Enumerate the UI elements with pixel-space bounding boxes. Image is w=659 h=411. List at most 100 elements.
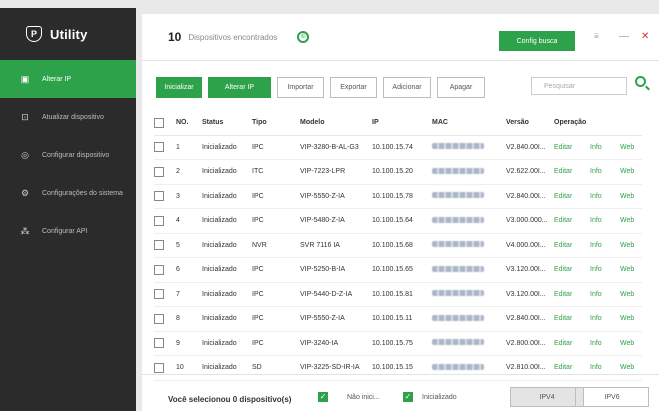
web-link[interactable]: Web (620, 282, 642, 307)
col-ip: IP (372, 111, 432, 136)
table-row[interactable]: 2 Inicializado ITC VIP-7223-LPR 10.100.1… (154, 159, 642, 185)
col-modelo: Modelo (300, 111, 372, 136)
web-link[interactable]: Web (620, 135, 642, 160)
web-link[interactable]: Web (620, 331, 642, 356)
cell-modelo: VIP-5550-Z-IA (300, 306, 372, 332)
cell-tipo: IPC (252, 282, 300, 307)
tab-ipv4[interactable]: IPV4 (510, 387, 584, 407)
table-row[interactable]: 8 Inicializado IPC VIP-5550-Z-IA 10.100.… (154, 306, 642, 332)
cell-ip: 10.100.15.64 (372, 208, 432, 234)
web-link[interactable]: Web (620, 257, 642, 283)
edit-link[interactable]: Editar (554, 233, 590, 258)
delete-button[interactable]: Apagar (437, 77, 485, 98)
edit-link[interactable]: Editar (554, 306, 590, 332)
close-icon[interactable]: ✕ (641, 31, 649, 42)
col-versao: Versão (506, 111, 554, 136)
edit-link[interactable]: Editar (554, 135, 590, 160)
select-all-cell (154, 111, 176, 136)
table-row[interactable]: 7 Inicializado IPC VIP-5440-D-Z-IA 10.10… (154, 282, 642, 307)
filter-icon[interactable]: ⩸ (594, 31, 599, 41)
add-button[interactable]: Adicionar (383, 77, 431, 98)
row-select-cell (154, 257, 176, 283)
info-link[interactable]: Info (590, 306, 620, 332)
table-row[interactable]: 4 Inicializado IPC VIP-5480-Z-IA 10.100.… (154, 208, 642, 234)
mac-redacted (432, 363, 484, 370)
tab-ipv6[interactable]: IPV6 (575, 387, 649, 407)
upload-icon: ⊡ (21, 111, 29, 122)
cell-status: Inicializado (202, 184, 252, 209)
change-ip-button[interactable]: Alterar IP (208, 77, 271, 98)
row-checkbox[interactable] (154, 264, 164, 275)
sidebar-item-configurar-dispositivo[interactable]: ◎ Configurar dispositivo (0, 136, 136, 174)
sidebar-item-label: Alterar IP (42, 75, 72, 83)
minimize-icon[interactable]: — (619, 31, 629, 42)
legend-initialized: Inicializado (422, 394, 457, 401)
row-checkbox[interactable] (154, 362, 164, 373)
info-link[interactable]: Info (590, 208, 620, 234)
sidebar-item-atualizar[interactable]: ⊡ Atualizar dispositivo (0, 98, 136, 136)
sidebar-item-label: Configurar dispositivo (42, 151, 110, 159)
legend-uninitialized: Não inici... (347, 394, 380, 401)
web-link[interactable]: Web (620, 306, 642, 332)
info-link[interactable]: Info (590, 135, 620, 160)
select-all-checkbox[interactable] (154, 117, 164, 128)
search-icon[interactable] (635, 76, 646, 87)
row-checkbox[interactable] (154, 215, 164, 226)
edit-link[interactable]: Editar (554, 331, 590, 356)
web-link[interactable]: Web (620, 159, 642, 185)
sidebar: P Utility ▣ Alterar IP ⊡ Atualizar dispo… (0, 8, 136, 411)
cell-no: 7 (176, 282, 202, 307)
col-operacao: Operação (554, 111, 590, 136)
sidebar-item-label: Atualizar dispositivo (42, 113, 104, 121)
cell-no: 5 (176, 233, 202, 258)
search-input[interactable]: Pesquisar (531, 77, 627, 95)
table-row[interactable]: 6 Inicializado IPC VIP-5250-B-IA 10.100.… (154, 257, 642, 283)
import-button[interactable]: Importar (277, 77, 324, 98)
info-link[interactable]: Info (590, 184, 620, 209)
row-checkbox[interactable] (154, 289, 164, 300)
info-link[interactable]: Info (590, 257, 620, 283)
edit-link[interactable]: Editar (554, 257, 590, 283)
table-row[interactable]: 9 Inicializado IPC VIP-3240-IA 10.100.15… (154, 331, 642, 356)
edit-link[interactable]: Editar (554, 159, 590, 185)
export-button[interactable]: Exportar (330, 77, 377, 98)
info-link[interactable]: Info (590, 282, 620, 307)
checkmark-icon: ✓ (403, 392, 413, 402)
cell-no: 9 (176, 331, 202, 356)
edit-link[interactable]: Editar (554, 282, 590, 307)
edit-link[interactable]: Editar (554, 184, 590, 209)
table-row[interactable]: 5 Inicializado NVR SVR 7116 IA 10.100.15… (154, 233, 642, 258)
info-link[interactable]: Info (590, 159, 620, 185)
table-row[interactable]: 1 Inicializado IPC VIP-3280-B-AL-G3 10.1… (154, 135, 642, 160)
cell-mac (432, 208, 506, 234)
row-checkbox[interactable] (154, 313, 164, 324)
footer: Você selecionou 0 dispositivo(s) ✓ Não i… (142, 374, 659, 411)
row-checkbox[interactable] (154, 166, 164, 177)
cell-status: Inicializado (202, 159, 252, 185)
web-link[interactable]: Web (620, 184, 642, 209)
sidebar-item-configuracoes-sistema[interactable]: ⚙ Configurações do sistema (0, 174, 136, 212)
cell-ip: 10.100.15.81 (372, 282, 432, 307)
web-link[interactable]: Web (620, 233, 642, 258)
row-select-cell (154, 331, 176, 356)
web-link[interactable]: Web (620, 208, 642, 234)
initialize-button[interactable]: Inicializar (156, 77, 202, 98)
cell-mac (432, 282, 506, 307)
cell-mac (432, 233, 506, 258)
config-search-button[interactable]: Config busca (499, 31, 575, 51)
info-link[interactable]: Info (590, 331, 620, 356)
row-checkbox[interactable] (154, 338, 164, 349)
mac-redacted (432, 241, 484, 248)
mac-redacted (432, 314, 484, 321)
refresh-icon[interactable]: © (297, 31, 310, 43)
row-checkbox[interactable] (154, 191, 164, 202)
cell-tipo: IPC (252, 331, 300, 356)
sidebar-item-configurar-api[interactable]: ⁂ Configurar API (0, 212, 136, 250)
row-checkbox[interactable] (154, 142, 164, 153)
table-row[interactable]: 3 Inicializado IPC VIP-5550-Z-IA 10.100.… (154, 184, 642, 209)
cell-mac (432, 257, 506, 283)
sidebar-item-alterar-ip[interactable]: ▣ Alterar IP (0, 60, 136, 98)
row-checkbox[interactable] (154, 240, 164, 251)
info-link[interactable]: Info (590, 233, 620, 258)
edit-link[interactable]: Editar (554, 208, 590, 234)
